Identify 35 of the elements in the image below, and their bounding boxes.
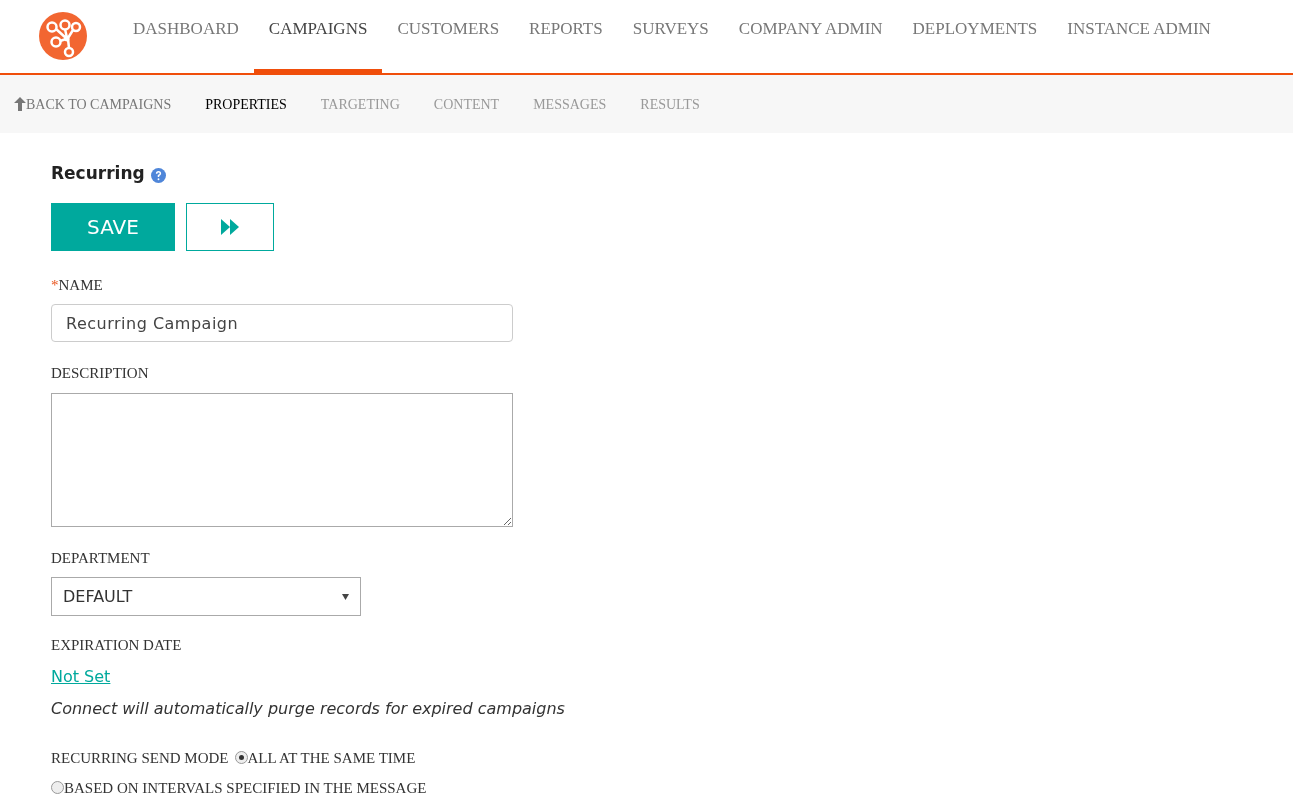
radio-icon[interactable]: [234, 751, 248, 764]
field-label: DEPARTMENT: [51, 548, 150, 568]
sub-tab[interactable]: MESSAGES: [533, 93, 607, 115]
purge-note: Connect will automatically purge records for expired campaigns: [51, 697, 566, 720]
nav-tab[interactable]: DEPLOYMENTS: [897, 0, 1053, 75]
radio-icon[interactable]: [51, 781, 64, 794]
department-select[interactable]: DEFAULT: [51, 577, 361, 616]
help-icon[interactable]: [150, 168, 166, 184]
page-title: Recurring: [51, 162, 145, 185]
required-asterisk: *: [51, 275, 59, 295]
back-link[interactable]: BACK TO CAMPAIGNS: [14, 93, 172, 115]
nav-tab[interactable]: CUSTOMERS: [382, 0, 515, 75]
field-label: DESCRIPTION: [51, 364, 149, 383]
nav-tab[interactable]: COMPANY ADMIN: [723, 0, 898, 75]
dropdown-caret-icon: [342, 593, 349, 600]
fast-forward-icon: [221, 218, 239, 235]
nav-tab[interactable]: REPORTS: [514, 0, 618, 75]
sub-tab[interactable]: RESULTS: [640, 93, 700, 115]
name-input[interactable]: Recurring Campaign: [51, 304, 513, 342]
sub-tab[interactable]: CONTENT: [433, 93, 500, 115]
nav-tab[interactable]: SURVEYS: [617, 0, 724, 75]
field-label: RECURRING SEND MODE: [51, 748, 229, 768]
up-arrow-icon: [14, 97, 26, 111]
next-button[interactable]: [186, 202, 274, 251]
save-button[interactable]: SAVE: [51, 202, 175, 251]
nav-tab[interactable]: INSTANCE ADMIN: [1052, 0, 1226, 75]
field-label: EXPIRATION DATE: [51, 636, 182, 655]
nav-tab[interactable]: DASHBOARD: [118, 0, 254, 75]
radio-option[interactable]: ALL AT THE SAME TIME: [234, 742, 416, 773]
network-logo-icon[interactable]: [39, 11, 87, 60]
sub-tab[interactable]: TARGETING: [320, 93, 400, 115]
radio-option[interactable]: BASED ON INTERVALS SPECIFIED IN THE MESSAGE: [51, 772, 427, 803]
field-label: NAME: [58, 275, 103, 295]
not-set-link[interactable]: Not Set: [51, 666, 111, 686]
sub-tab[interactable]: PROPERTIES: [205, 93, 287, 115]
